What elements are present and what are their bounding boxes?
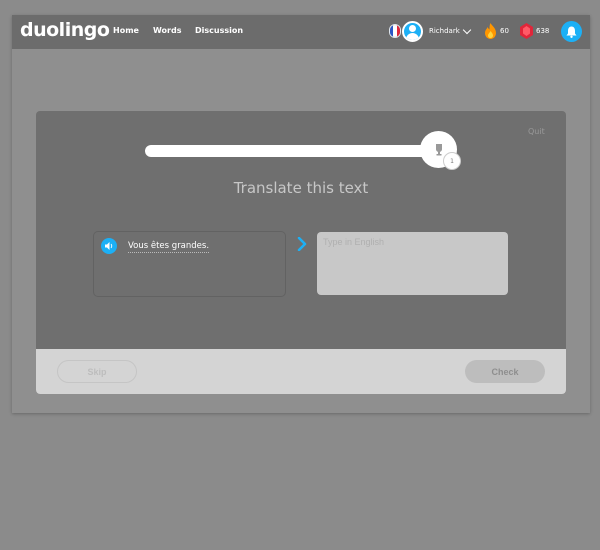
chevron-down-icon[interactable]: [462, 25, 472, 35]
red-gem-icon[interactable]: [520, 23, 533, 39]
avatar-head: [409, 25, 416, 32]
lesson-progress-bar: [145, 145, 450, 157]
app-window: duolingo Home Words Discussion Richdark …: [12, 15, 590, 413]
user-avatar-icon[interactable]: [402, 21, 423, 42]
lesson-title: Translate this text: [233, 179, 369, 197]
nav-discussion-link[interactable]: Discussion: [195, 26, 243, 35]
translation-answer-input[interactable]: [317, 232, 508, 295]
progress-count: 1: [443, 152, 461, 170]
source-sentence[interactable]: Vous êtes grandes.: [128, 241, 210, 253]
streak-count: 60: [500, 27, 509, 35]
chevron-right-icon: [297, 237, 307, 251]
gem-count: 638: [536, 27, 550, 35]
check-button[interactable]: Check: [465, 360, 545, 383]
lesson-panel: Quit 1 Translate this text Vous êtes gra…: [36, 111, 566, 394]
duolingo-logo[interactable]: duolingo: [20, 19, 110, 41]
bell-icon: [566, 26, 577, 38]
avatar-body: [406, 33, 419, 40]
speaker-icon: [104, 242, 112, 250]
quit-button[interactable]: Quit: [528, 127, 545, 136]
nav-home-link[interactable]: Home: [113, 26, 139, 35]
source-sentence-box: Vous êtes grandes.: [93, 231, 286, 297]
flame-icon[interactable]: [484, 23, 497, 39]
notifications-button[interactable]: [561, 21, 582, 42]
username-label[interactable]: Richdark: [429, 27, 460, 35]
speaker-button[interactable]: [101, 238, 117, 254]
top-navbar: duolingo Home Words Discussion Richdark …: [12, 15, 590, 49]
skip-button[interactable]: Skip: [57, 360, 137, 383]
french-flag-icon[interactable]: [389, 24, 401, 38]
trophy-icon: [435, 143, 442, 155]
lesson-progress-fill: [145, 145, 441, 157]
lesson-footer: Skip Check: [36, 349, 566, 394]
nav-words-link[interactable]: Words: [153, 26, 181, 35]
